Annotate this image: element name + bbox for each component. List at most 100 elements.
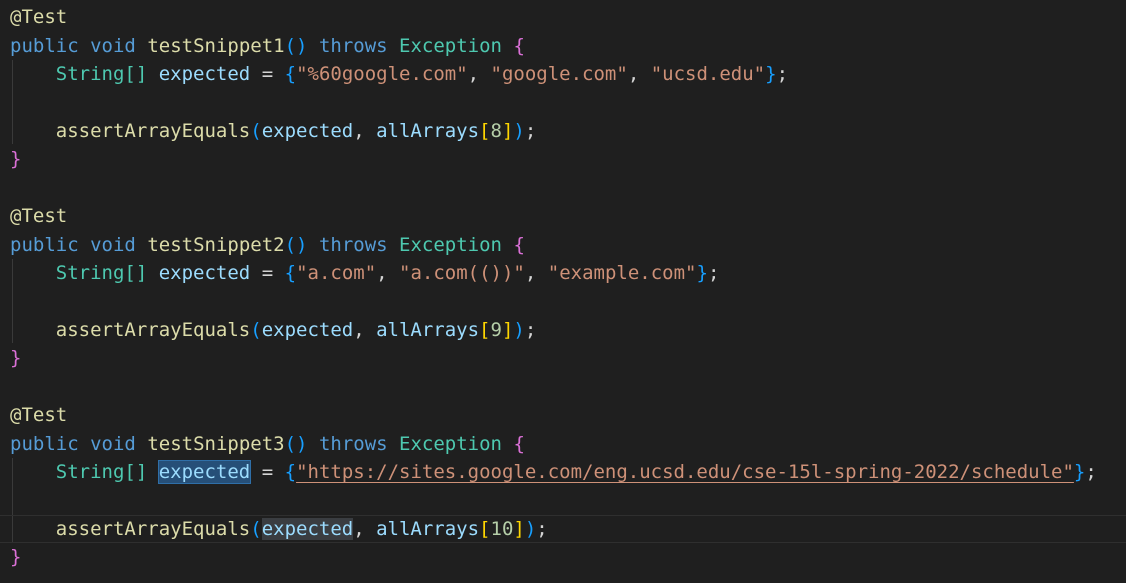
semicolon: ;: [524, 120, 537, 142]
operator: =: [261, 262, 274, 284]
paren: (: [250, 518, 262, 540]
code-line[interactable]: @Test: [0, 401, 67, 429]
keyword-throws: throws: [318, 433, 388, 455]
brace-open: {: [513, 35, 525, 57]
code-line[interactable]: String[] expected = {"https://sites.goog…: [0, 458, 1097, 486]
semicolon: ;: [707, 262, 720, 284]
method-name: testSnippet2: [147, 234, 285, 256]
brace-close: }: [10, 347, 22, 369]
string-literal: "example.com": [547, 262, 697, 284]
comma: ,: [376, 262, 400, 284]
string-literal: "%60google.com": [296, 63, 468, 85]
semicolon: ;: [1085, 461, 1097, 483]
brace-open: {: [513, 433, 525, 455]
keyword-void: void: [90, 234, 136, 256]
bracket: [: [479, 120, 491, 142]
bracket: ]: [513, 518, 525, 540]
code-line[interactable]: @Test: [0, 3, 67, 31]
operator: =: [261, 63, 274, 85]
operator: =: [261, 461, 274, 483]
string-literal: "ucsd.edu": [650, 63, 766, 85]
semicolon: ;: [536, 518, 548, 540]
variable: allArrays: [376, 518, 480, 540]
array-index: 9: [490, 319, 502, 341]
string-literal: "google.com": [490, 63, 628, 85]
annotation: @Test: [10, 6, 68, 28]
brace-open: {: [513, 234, 525, 256]
bracket: ]: [501, 120, 514, 142]
url-string-literal[interactable]: "https://sites.google.com/eng.ucsd.edu/c…: [296, 461, 1074, 483]
keyword-public: public: [10, 433, 79, 455]
array-index: 10: [490, 518, 514, 540]
method-name: testSnippet1: [147, 35, 285, 57]
brace-open: {: [284, 461, 297, 483]
keyword-throws: throws: [318, 35, 388, 57]
code-line[interactable]: String[] expected = {"a.com", "a.com(())…: [0, 259, 720, 287]
brace-close: }: [765, 63, 777, 85]
code-line[interactable]: public void testSnippet2() throws Except…: [0, 231, 525, 259]
type-name: String[]: [55, 63, 148, 85]
code-line[interactable]: }: [0, 145, 21, 173]
paren: (: [250, 319, 262, 341]
brace-open: {: [284, 262, 297, 284]
comma: ,: [353, 120, 377, 142]
comma: ,: [524, 262, 548, 284]
exception-type: Exception: [399, 234, 502, 256]
variable: expected: [158, 262, 251, 284]
exception-type: Exception: [399, 433, 502, 455]
bracket: ]: [501, 319, 514, 341]
exception-type: Exception: [399, 35, 502, 57]
comma: ,: [467, 63, 491, 85]
variable-highlighted[interactable]: expected: [261, 518, 354, 540]
semicolon: ;: [776, 63, 789, 85]
code-line[interactable]: assertArrayEquals(expected, allArrays[9]…: [0, 316, 537, 344]
variable: expected: [261, 120, 354, 142]
code-line[interactable]: @Test: [0, 202, 67, 230]
type-name: String[]: [55, 461, 148, 483]
variable: expected: [158, 63, 251, 85]
method-call: assertArrayEquals: [55, 518, 251, 540]
brace-open: {: [284, 63, 297, 85]
code-line[interactable]: public void testSnippet1() throws Except…: [0, 32, 525, 60]
type-name: String[]: [55, 262, 148, 284]
comma: ,: [627, 63, 651, 85]
code-line[interactable]: public void testSnippet3() throws Except…: [0, 430, 525, 458]
variable: expected: [261, 319, 354, 341]
code-line-current[interactable]: assertArrayEquals(expected, allArrays[10…: [0, 515, 548, 543]
annotation: @Test: [10, 205, 68, 227]
code-line[interactable]: }: [0, 344, 21, 372]
code-line[interactable]: String[] expected = {"%60google.com", "g…: [0, 60, 788, 88]
paren: (): [284, 35, 308, 57]
paren: (: [250, 120, 262, 142]
variable-selected[interactable]: expected: [157, 460, 252, 484]
brace-close: }: [696, 262, 708, 284]
variable: allArrays: [376, 319, 480, 341]
method-call: assertArrayEquals: [55, 120, 251, 142]
comma: ,: [353, 518, 377, 540]
paren: ): [513, 120, 525, 142]
brace-close: }: [10, 546, 22, 568]
bracket: [: [479, 319, 491, 341]
paren: (): [284, 433, 308, 455]
annotation: @Test: [10, 404, 68, 426]
paren: ): [513, 319, 525, 341]
code-line[interactable]: }: [0, 543, 21, 571]
code-line[interactable]: assertArrayEquals(expected, allArrays[8]…: [0, 117, 537, 145]
method-name: testSnippet3: [147, 433, 285, 455]
paren: ): [524, 518, 537, 540]
semicolon: ;: [524, 319, 537, 341]
variable: allArrays: [376, 120, 480, 142]
comma: ,: [353, 319, 377, 341]
array-index: 8: [490, 120, 502, 142]
paren: (): [284, 234, 308, 256]
method-call: assertArrayEquals: [55, 319, 251, 341]
keyword-public: public: [10, 35, 79, 57]
string-literal: "a.com": [296, 262, 377, 284]
code-editor[interactable]: @Test public void testSnippet1() throws …: [0, 0, 1126, 583]
brace-close: }: [1073, 461, 1086, 483]
keyword-public: public: [10, 234, 79, 256]
keyword-void: void: [90, 433, 136, 455]
brace-close: }: [10, 148, 22, 170]
bracket: [: [479, 518, 491, 540]
keyword-throws: throws: [318, 234, 388, 256]
